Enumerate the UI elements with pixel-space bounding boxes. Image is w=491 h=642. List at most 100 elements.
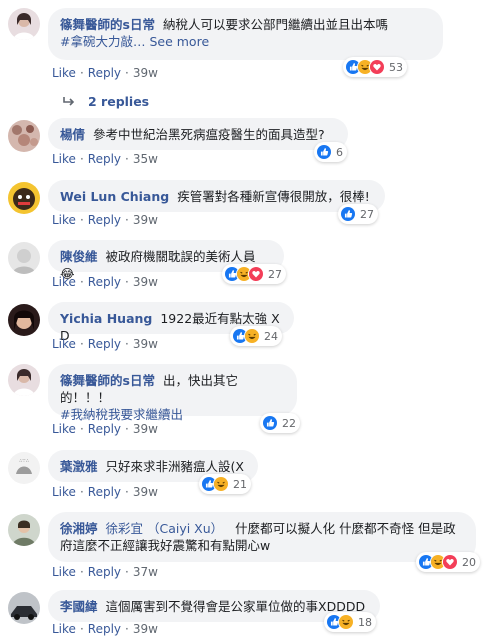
like-link[interactable]: Like xyxy=(52,422,76,436)
separator: · xyxy=(125,275,129,289)
comment-text: 納稅人可以要求公部門繼續出並且出本嗎 xyxy=(162,17,388,32)
comment-bubble: 徐湘婷 徐彩宜 （Caiyi Xu） 什麼都可以擬人化 什麼都不奇怪 但是政府這… xyxy=(48,512,476,562)
reply-link[interactable]: Reply xyxy=(88,485,121,499)
timestamp[interactable]: 39w xyxy=(133,66,158,80)
reply-link[interactable]: Reply xyxy=(88,213,121,227)
separator: · xyxy=(125,622,129,636)
timestamp[interactable]: 39w xyxy=(133,622,158,636)
timestamp[interactable]: 39w xyxy=(133,275,158,289)
love-icon xyxy=(442,554,458,570)
like-link[interactable]: Like xyxy=(52,275,76,289)
comment-author[interactable]: 楊倩 xyxy=(60,127,85,142)
comment-author[interactable]: 徐湘婷 xyxy=(60,521,98,536)
comment-author[interactable]: 篠舞醫師的s日常 xyxy=(60,17,155,32)
reply-link[interactable]: Reply xyxy=(88,275,121,289)
avatar[interactable] xyxy=(8,592,40,624)
timestamp[interactable]: 39w xyxy=(133,422,158,436)
separator: · xyxy=(79,275,84,289)
hashtag[interactable]: #我納稅我要求繼續出 xyxy=(60,406,285,423)
reply-link[interactable]: Reply xyxy=(88,337,121,351)
separator: · xyxy=(125,422,129,436)
reaction-summary[interactable]: 18 xyxy=(324,612,376,632)
comment-text: 這個厲害到不覺得會是公家單位做的事XDDDD xyxy=(105,599,366,614)
love-icon xyxy=(369,59,385,75)
avatar[interactable] xyxy=(8,364,40,396)
timestamp[interactable]: 39w xyxy=(133,213,158,227)
reply-link[interactable]: Reply xyxy=(88,565,121,579)
comment-actions: Like · Reply · 39w xyxy=(52,213,158,227)
reaction-summary[interactable]: 22 xyxy=(260,413,300,433)
separator: · xyxy=(79,213,84,227)
comment-actions: Like · Reply · 39w xyxy=(52,622,158,636)
avatar[interactable] xyxy=(8,120,40,152)
comment-text: 疾管署對各種新宣傳很開放，很棒! xyxy=(177,189,370,204)
like-link[interactable]: Like xyxy=(52,485,76,499)
reaction-summary[interactable]: 6 xyxy=(314,142,347,162)
comment-actions: Like · Reply · 39w xyxy=(52,337,158,351)
avatar[interactable] xyxy=(8,8,40,40)
like-link[interactable]: Like xyxy=(52,152,76,166)
separator: · xyxy=(125,565,129,579)
comment-author[interactable]: 陳俊維 xyxy=(60,249,98,264)
timestamp[interactable]: 37w xyxy=(133,565,158,579)
reaction-summary[interactable]: 53 xyxy=(343,57,407,77)
separator: · xyxy=(79,485,84,499)
reaction-summary[interactable]: 20 xyxy=(416,552,480,572)
reaction-summary[interactable]: 27 xyxy=(222,264,286,284)
comment-author[interactable]: 篠舞醫師的s日常 xyxy=(60,373,155,388)
comment-author[interactable]: Wei Lun Chiang xyxy=(60,189,169,204)
comment-author[interactable]: Yichia Huang xyxy=(60,311,152,326)
reaction-summary[interactable]: 27 xyxy=(338,204,378,224)
timestamp[interactable]: 35w xyxy=(133,152,158,166)
separator: · xyxy=(125,152,129,166)
comment-actions: Like · Reply · 35w xyxy=(52,152,158,166)
separator: · xyxy=(125,66,129,80)
like-link[interactable]: Like xyxy=(52,622,76,636)
see-more-link[interactable]: See more xyxy=(149,34,209,49)
haha-icon xyxy=(338,614,354,630)
like-icon xyxy=(262,415,278,431)
reaction-count: 27 xyxy=(360,207,374,221)
like-link[interactable]: Like xyxy=(52,66,76,80)
avatar[interactable]: ∴∵∴ xyxy=(8,452,40,484)
timestamp[interactable]: 39w xyxy=(133,485,158,499)
reaction-count: 6 xyxy=(336,145,343,159)
love-icon xyxy=(248,266,264,282)
reaction-count: 24 xyxy=(264,329,278,343)
comment-actions: Like · Reply · 39w xyxy=(52,422,158,436)
comment-author[interactable]: 葉澂雅 xyxy=(60,459,98,474)
comment-text: 參考中世紀治黑死病瘟疫醫生的面具造型? xyxy=(93,127,325,142)
reply-link[interactable]: Reply xyxy=(88,66,121,80)
comment-author[interactable]: 李國緯 xyxy=(60,599,98,614)
like-link[interactable]: Like xyxy=(52,213,76,227)
avatar[interactable] xyxy=(8,304,40,336)
comment-actions: Like · Reply · 39w xyxy=(52,275,158,289)
reply-arrow-icon xyxy=(63,96,75,106)
comment-bubble: 篠舞醫師的s日常 出，快出其它的！！！ #我納稅我要求繼續出 xyxy=(48,364,297,422)
avatar[interactable] xyxy=(8,182,40,214)
svg-text:∴∵∴: ∴∵∴ xyxy=(19,458,29,464)
comment-text: 只好來求非洲豬瘟人設(X xyxy=(105,459,244,474)
haha-icon xyxy=(213,476,229,492)
reaction-summary[interactable]: 21 xyxy=(199,474,251,494)
mentioned-user[interactable]: 徐彩宜 （Caiyi Xu） xyxy=(106,521,224,536)
timestamp[interactable]: 39w xyxy=(133,337,158,351)
replies-label: 2 replies xyxy=(88,94,150,109)
reaction-count: 18 xyxy=(358,615,372,629)
avatar[interactable] xyxy=(8,514,40,546)
like-link[interactable]: Like xyxy=(52,565,76,579)
like-link[interactable]: Like xyxy=(52,337,76,351)
reaction-count: 27 xyxy=(268,267,282,281)
reply-link[interactable]: Reply xyxy=(88,422,121,436)
avatar[interactable] xyxy=(8,242,40,274)
comment-actions: Like · Reply · 39w xyxy=(52,66,158,80)
reaction-count: 22 xyxy=(282,416,296,430)
reaction-summary[interactable]: 24 xyxy=(230,326,282,346)
like-icon xyxy=(316,144,332,160)
reply-link[interactable]: Reply xyxy=(88,622,121,636)
reply-link[interactable]: Reply xyxy=(88,152,121,166)
view-replies-link[interactable]: 2 replies xyxy=(62,94,149,109)
separator: · xyxy=(79,422,84,436)
hashtag[interactable]: #拿碗大力敲… xyxy=(60,34,145,49)
separator: · xyxy=(79,337,84,351)
